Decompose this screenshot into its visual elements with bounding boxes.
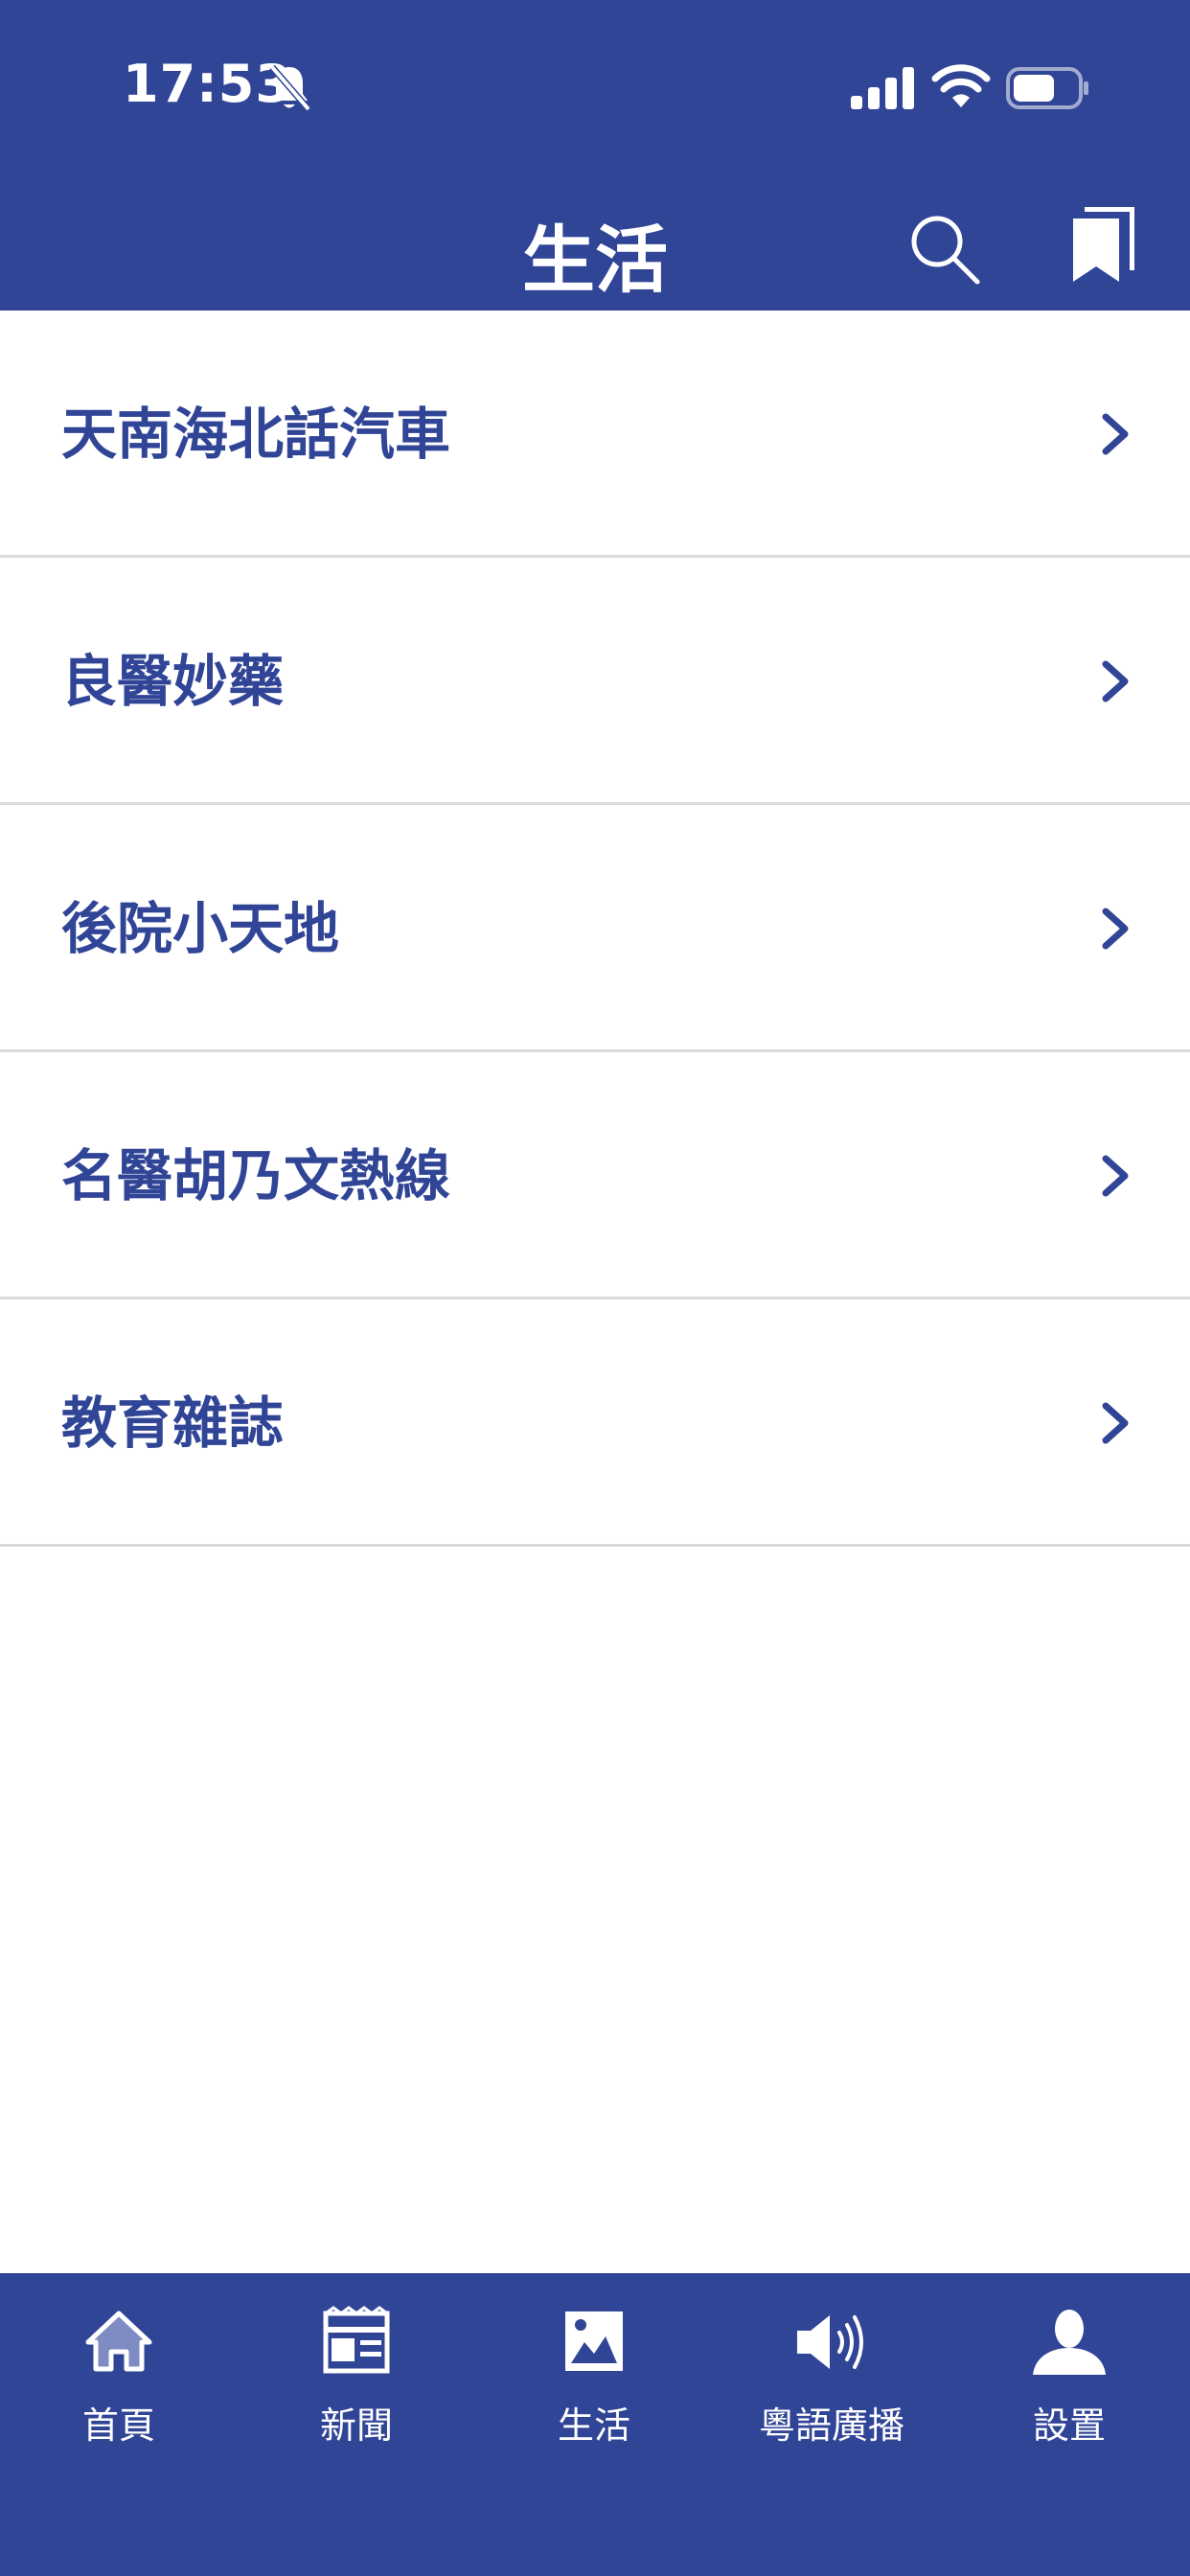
tab-label: 生活 [557, 2404, 630, 2447]
tab-label: 設置 [1032, 2404, 1106, 2447]
list-item[interactable]: 良醫妙藥 [0, 558, 1190, 805]
page-title: 生活 [522, 218, 668, 303]
speaker-icon [797, 2315, 863, 2369]
cellular-signal-icon [851, 67, 914, 109]
chevron-right-icon [1102, 413, 1129, 455]
bookmark-icon[interactable] [1071, 207, 1134, 284]
tab-news[interactable]: 新聞 [238, 2273, 475, 2465]
app-header: 17:53 生活 [0, 0, 1190, 310]
home-icon [85, 2311, 152, 2372]
status-bar: 17:53 [0, 0, 1190, 172]
tab-home[interactable]: 首頁 [0, 2273, 238, 2465]
tab-bar: 首頁 新聞 生活 粵語廣播 設置 [0, 2273, 1190, 2576]
chevron-right-icon [1102, 1155, 1129, 1197]
tab-settings[interactable]: 設置 [950, 2273, 1188, 2465]
wifi-icon [931, 64, 991, 107]
category-list: 天南海北話汽車 良醫妙藥 後院小天地 名醫胡乃文熱線 教育雜誌 [0, 310, 1190, 1547]
tab-label: 粵語廣播 [758, 2404, 904, 2447]
battery-icon [1006, 67, 1088, 109]
tab-label: 首頁 [81, 2404, 155, 2447]
search-icon[interactable] [908, 213, 981, 286]
navigation-bar: 生活 [0, 172, 1190, 310]
newspaper-icon [323, 2306, 390, 2374]
list-item-label: 後院小天地 [61, 896, 340, 961]
list-item[interactable]: 後院小天地 [0, 805, 1190, 1052]
chevron-right-icon [1102, 660, 1129, 702]
list-item-label: 教育雜誌 [61, 1391, 285, 1456]
image-icon [565, 2312, 623, 2371]
person-icon [1033, 2310, 1106, 2375]
list-item[interactable]: 名醫胡乃文熱線 [0, 1052, 1190, 1300]
list-item-label: 名醫胡乃文熱線 [61, 1143, 451, 1208]
chevron-right-icon [1102, 1402, 1129, 1444]
tab-label: 新聞 [319, 2404, 393, 2447]
bell-muted-icon [269, 64, 311, 112]
tab-life[interactable]: 生活 [475, 2273, 713, 2465]
chevron-right-icon [1102, 908, 1129, 950]
list-item[interactable]: 教育雜誌 [0, 1300, 1190, 1547]
list-item-label: 良醫妙藥 [61, 649, 285, 714]
list-item[interactable]: 天南海北話汽車 [0, 310, 1190, 558]
list-item-label: 天南海北話汽車 [61, 402, 451, 467]
tab-radio[interactable]: 粵語廣播 [713, 2273, 950, 2465]
